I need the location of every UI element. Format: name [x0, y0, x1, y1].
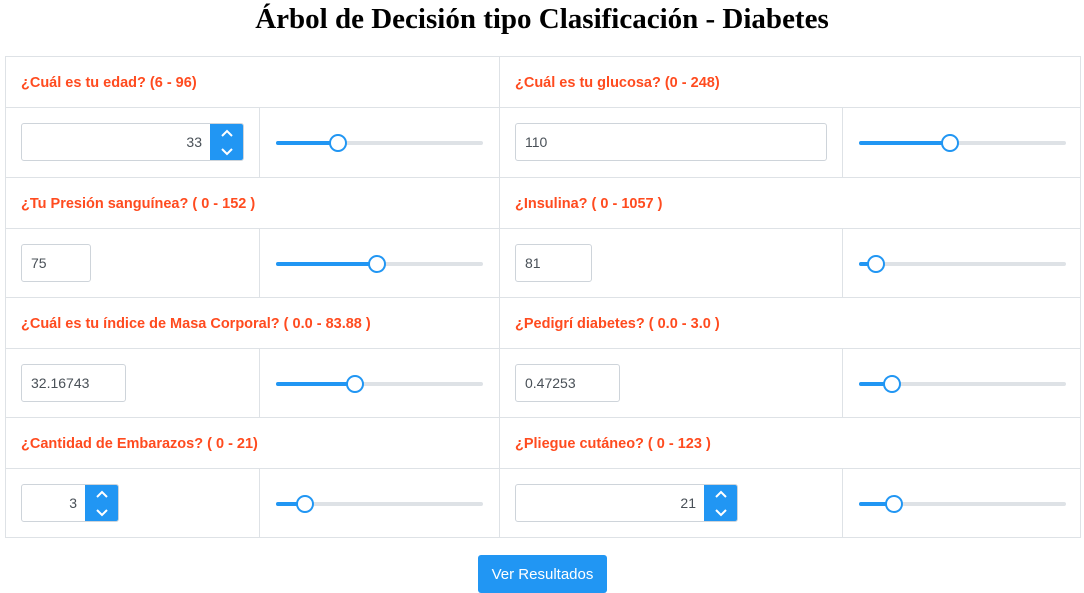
page-title: Árbol de Decisión tipo Clasificación - D… — [255, 3, 829, 35]
edad-input[interactable]: 33 — [21, 123, 244, 161]
imc-slider[interactable] — [276, 375, 483, 393]
embarazos-label: ¿Cantidad de Embarazos? ( 0 - 21) — [21, 436, 258, 452]
imc-value: 32.16743 — [31, 375, 90, 391]
presion-slider[interactable] — [276, 255, 483, 273]
glucosa-value: 110 — [525, 134, 548, 150]
glucosa-slider-thumb[interactable] — [941, 134, 960, 152]
edad-spinner[interactable] — [210, 124, 243, 160]
field-pedigri: ¿Pedigrí diabetes? ( 0.0 - 3.0 ) 0.47253 — [500, 297, 1080, 418]
pedigri-label: ¿Pedigrí diabetes? ( 0.0 - 3.0 ) — [515, 316, 720, 332]
field-imc: ¿Cuál es tu índice de Masa Corporal? ( 0… — [6, 297, 499, 418]
pliegue-slider[interactable] — [859, 495, 1066, 513]
pedigri-value: 0.47253 — [525, 375, 576, 391]
imc-slider-thumb[interactable] — [345, 375, 364, 393]
glucosa-input[interactable]: 110 — [515, 123, 827, 161]
presion-input[interactable]: 75 — [21, 244, 91, 282]
right-column: ¿Cuál es tu glucosa? (0 - 248) 110 ¿Insu… — [499, 57, 1080, 538]
pliegue-spinner[interactable] — [704, 485, 737, 521]
pliegue-input[interactable]: 21 — [515, 484, 738, 522]
field-insulina: ¿Insulina? ( 0 - 1057 ) 81 — [500, 177, 1080, 298]
insulina-input[interactable]: 81 — [515, 244, 592, 282]
embarazos-value: 3 — [69, 495, 77, 511]
pliegue-label: ¿Pliegue cutáneo? ( 0 - 123 ) — [515, 436, 711, 452]
chevron-down-icon[interactable] — [85, 503, 118, 521]
pliegue-value: 21 — [680, 495, 696, 511]
glucosa-label: ¿Cuál es tu glucosa? (0 - 248) — [515, 75, 720, 91]
chevron-down-icon[interactable] — [210, 142, 243, 160]
field-glucosa: ¿Cuál es tu glucosa? (0 - 248) 110 — [500, 57, 1080, 177]
pedigri-slider-thumb[interactable] — [883, 375, 902, 393]
ver-resultados-button[interactable]: Ver Resultados — [478, 555, 607, 593]
pedigri-input[interactable]: 0.47253 — [515, 364, 620, 402]
imc-label: ¿Cuál es tu índice de Masa Corporal? ( 0… — [21, 316, 371, 332]
chevron-down-icon[interactable] — [704, 503, 737, 521]
field-presion: ¿Tu Presión sanguínea? ( 0 - 152 ) 75 — [6, 177, 499, 298]
glucosa-slider[interactable] — [859, 134, 1066, 152]
insulina-slider[interactable] — [859, 255, 1066, 273]
embarazos-slider-thumb[interactable] — [295, 495, 314, 513]
input-form: ¿Cuál es tu edad? (6 - 96) 33 ¿Tu Presió… — [5, 56, 1081, 538]
imc-input[interactable]: 32.16743 — [21, 364, 126, 402]
field-edad: ¿Cuál es tu edad? (6 - 96) 33 — [6, 57, 499, 177]
edad-value: 33 — [186, 134, 202, 150]
field-pliegue: ¿Pliegue cutáneo? ( 0 - 123 ) 21 — [500, 417, 1080, 538]
edad-label: ¿Cuál es tu edad? (6 - 96) — [21, 75, 197, 91]
chevron-up-icon[interactable] — [210, 124, 243, 142]
insulina-slider-thumb[interactable] — [866, 255, 885, 273]
chevron-up-icon[interactable] — [704, 485, 737, 503]
pliegue-slider-thumb[interactable] — [885, 495, 904, 513]
insulina-value: 81 — [525, 255, 541, 271]
embarazos-input[interactable]: 3 — [21, 484, 119, 522]
edad-slider-thumb[interactable] — [329, 134, 348, 152]
pedigri-slider[interactable] — [859, 375, 1066, 393]
presion-value: 75 — [31, 255, 47, 271]
embarazos-slider[interactable] — [276, 495, 483, 513]
presion-label: ¿Tu Presión sanguínea? ( 0 - 152 ) — [21, 196, 256, 212]
insulina-label: ¿Insulina? ( 0 - 1057 ) — [515, 196, 663, 212]
left-column: ¿Cuál es tu edad? (6 - 96) 33 ¿Tu Presió… — [6, 57, 499, 538]
presion-slider-thumb[interactable] — [368, 255, 387, 273]
edad-slider[interactable] — [276, 134, 483, 152]
embarazos-spinner[interactable] — [85, 485, 118, 521]
chevron-up-icon[interactable] — [85, 485, 118, 503]
field-embarazos: ¿Cantidad de Embarazos? ( 0 - 21) 3 — [6, 417, 499, 538]
